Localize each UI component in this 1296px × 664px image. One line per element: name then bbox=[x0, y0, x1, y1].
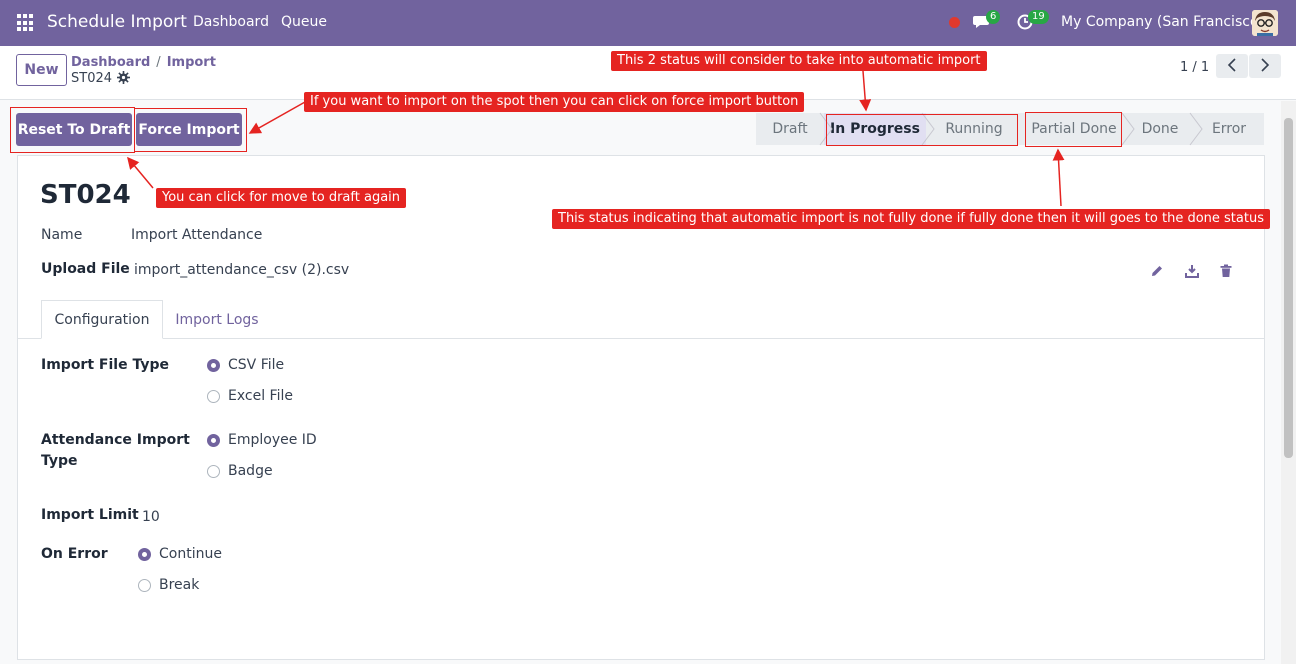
highlight-partial-done bbox=[1025, 112, 1122, 147]
annotation-draft-note: You can click for move to draft again bbox=[156, 188, 407, 208]
menu-dashboard[interactable]: Dashboard bbox=[193, 14, 269, 30]
radio-continue[interactable] bbox=[138, 548, 151, 561]
name-field[interactable]: Import Attendance bbox=[131, 227, 262, 243]
import-file-type-label: Import File Type bbox=[41, 357, 169, 373]
upload-file-name[interactable]: import_attendance_csv (2).csv bbox=[134, 262, 349, 278]
chat-count-badge: 6 bbox=[986, 10, 1001, 24]
gear-icon[interactable] bbox=[117, 71, 130, 84]
stage-done[interactable]: Done bbox=[1126, 113, 1194, 145]
import-limit-field[interactable]: 10 bbox=[142, 509, 160, 525]
breadcrumb-import[interactable]: Import bbox=[167, 55, 216, 70]
attendance-import-type-label: Attendance Import bbox=[41, 432, 190, 448]
new-button[interactable]: New bbox=[16, 54, 67, 86]
edit-pencil-icon[interactable] bbox=[1150, 264, 1164, 278]
app-title[interactable]: Schedule Import bbox=[47, 12, 187, 32]
attendance-import-type-label-2: Type bbox=[41, 453, 78, 469]
pager-previous-button[interactable] bbox=[1216, 54, 1248, 78]
radio-employee-id-label[interactable]: Employee ID bbox=[228, 432, 317, 448]
activity-count-badge: 19 bbox=[1028, 10, 1049, 24]
chevron-left-icon bbox=[1227, 57, 1236, 72]
annotation-status-note: This 2 status will consider to take into… bbox=[611, 51, 987, 71]
upload-file-label: Upload File bbox=[41, 261, 130, 277]
stage-error[interactable]: Error bbox=[1194, 113, 1264, 145]
breadcrumb-dashboard[interactable]: Dashboard bbox=[71, 55, 150, 70]
radio-excel-file-label[interactable]: Excel File bbox=[228, 388, 293, 404]
record-title[interactable]: ST024 bbox=[40, 180, 131, 210]
radio-continue-label[interactable]: Continue bbox=[159, 546, 222, 562]
radio-csv-file-label[interactable]: CSV File bbox=[228, 357, 284, 373]
radio-excel-file[interactable] bbox=[207, 390, 220, 403]
annotation-partial-done-note: This status indicating that automatic im… bbox=[552, 209, 1270, 229]
radio-badge[interactable] bbox=[207, 465, 220, 478]
radio-employee-id[interactable] bbox=[207, 434, 220, 447]
tab-configuration[interactable]: Configuration bbox=[41, 300, 163, 339]
record-name: ST024 bbox=[71, 71, 113, 86]
chevron-right-icon bbox=[1261, 57, 1270, 72]
highlight-in-progress-running bbox=[826, 114, 1018, 146]
on-error-label: On Error bbox=[41, 546, 108, 562]
apps-grid-icon[interactable] bbox=[17, 14, 35, 32]
top-navbar: Schedule Import Dashboard Queue 6 19 My … bbox=[0, 0, 1296, 46]
stage-draft[interactable]: Draft bbox=[756, 113, 824, 145]
scrollbar-thumb[interactable] bbox=[1284, 118, 1293, 458]
pager-value[interactable]: 1 / 1 bbox=[1180, 60, 1209, 75]
breadcrumb: Dashboard / Import bbox=[71, 55, 216, 70]
trash-icon[interactable] bbox=[1219, 264, 1233, 278]
user-avatar[interactable] bbox=[1252, 10, 1278, 36]
download-icon[interactable] bbox=[1185, 264, 1199, 278]
highlight-reset-to-draft bbox=[10, 107, 135, 153]
company-switcher[interactable]: My Company (San Francisco) bbox=[1061, 14, 1264, 30]
radio-break-label[interactable]: Break bbox=[159, 577, 199, 593]
annotation-force-import-note: If you want to import on the spot then y… bbox=[304, 92, 805, 112]
menu-queue[interactable]: Queue bbox=[281, 14, 327, 30]
name-label: Name bbox=[41, 227, 83, 243]
record-dot-icon[interactable] bbox=[949, 17, 960, 28]
import-limit-label: Import Limit bbox=[41, 507, 139, 523]
tab-import-logs[interactable]: Import Logs bbox=[165, 300, 269, 339]
radio-break[interactable] bbox=[138, 579, 151, 592]
pager-next-button[interactable] bbox=[1249, 54, 1281, 78]
radio-badge-label[interactable]: Badge bbox=[228, 463, 273, 479]
radio-csv-file[interactable] bbox=[207, 359, 220, 372]
highlight-force-import bbox=[134, 108, 247, 152]
